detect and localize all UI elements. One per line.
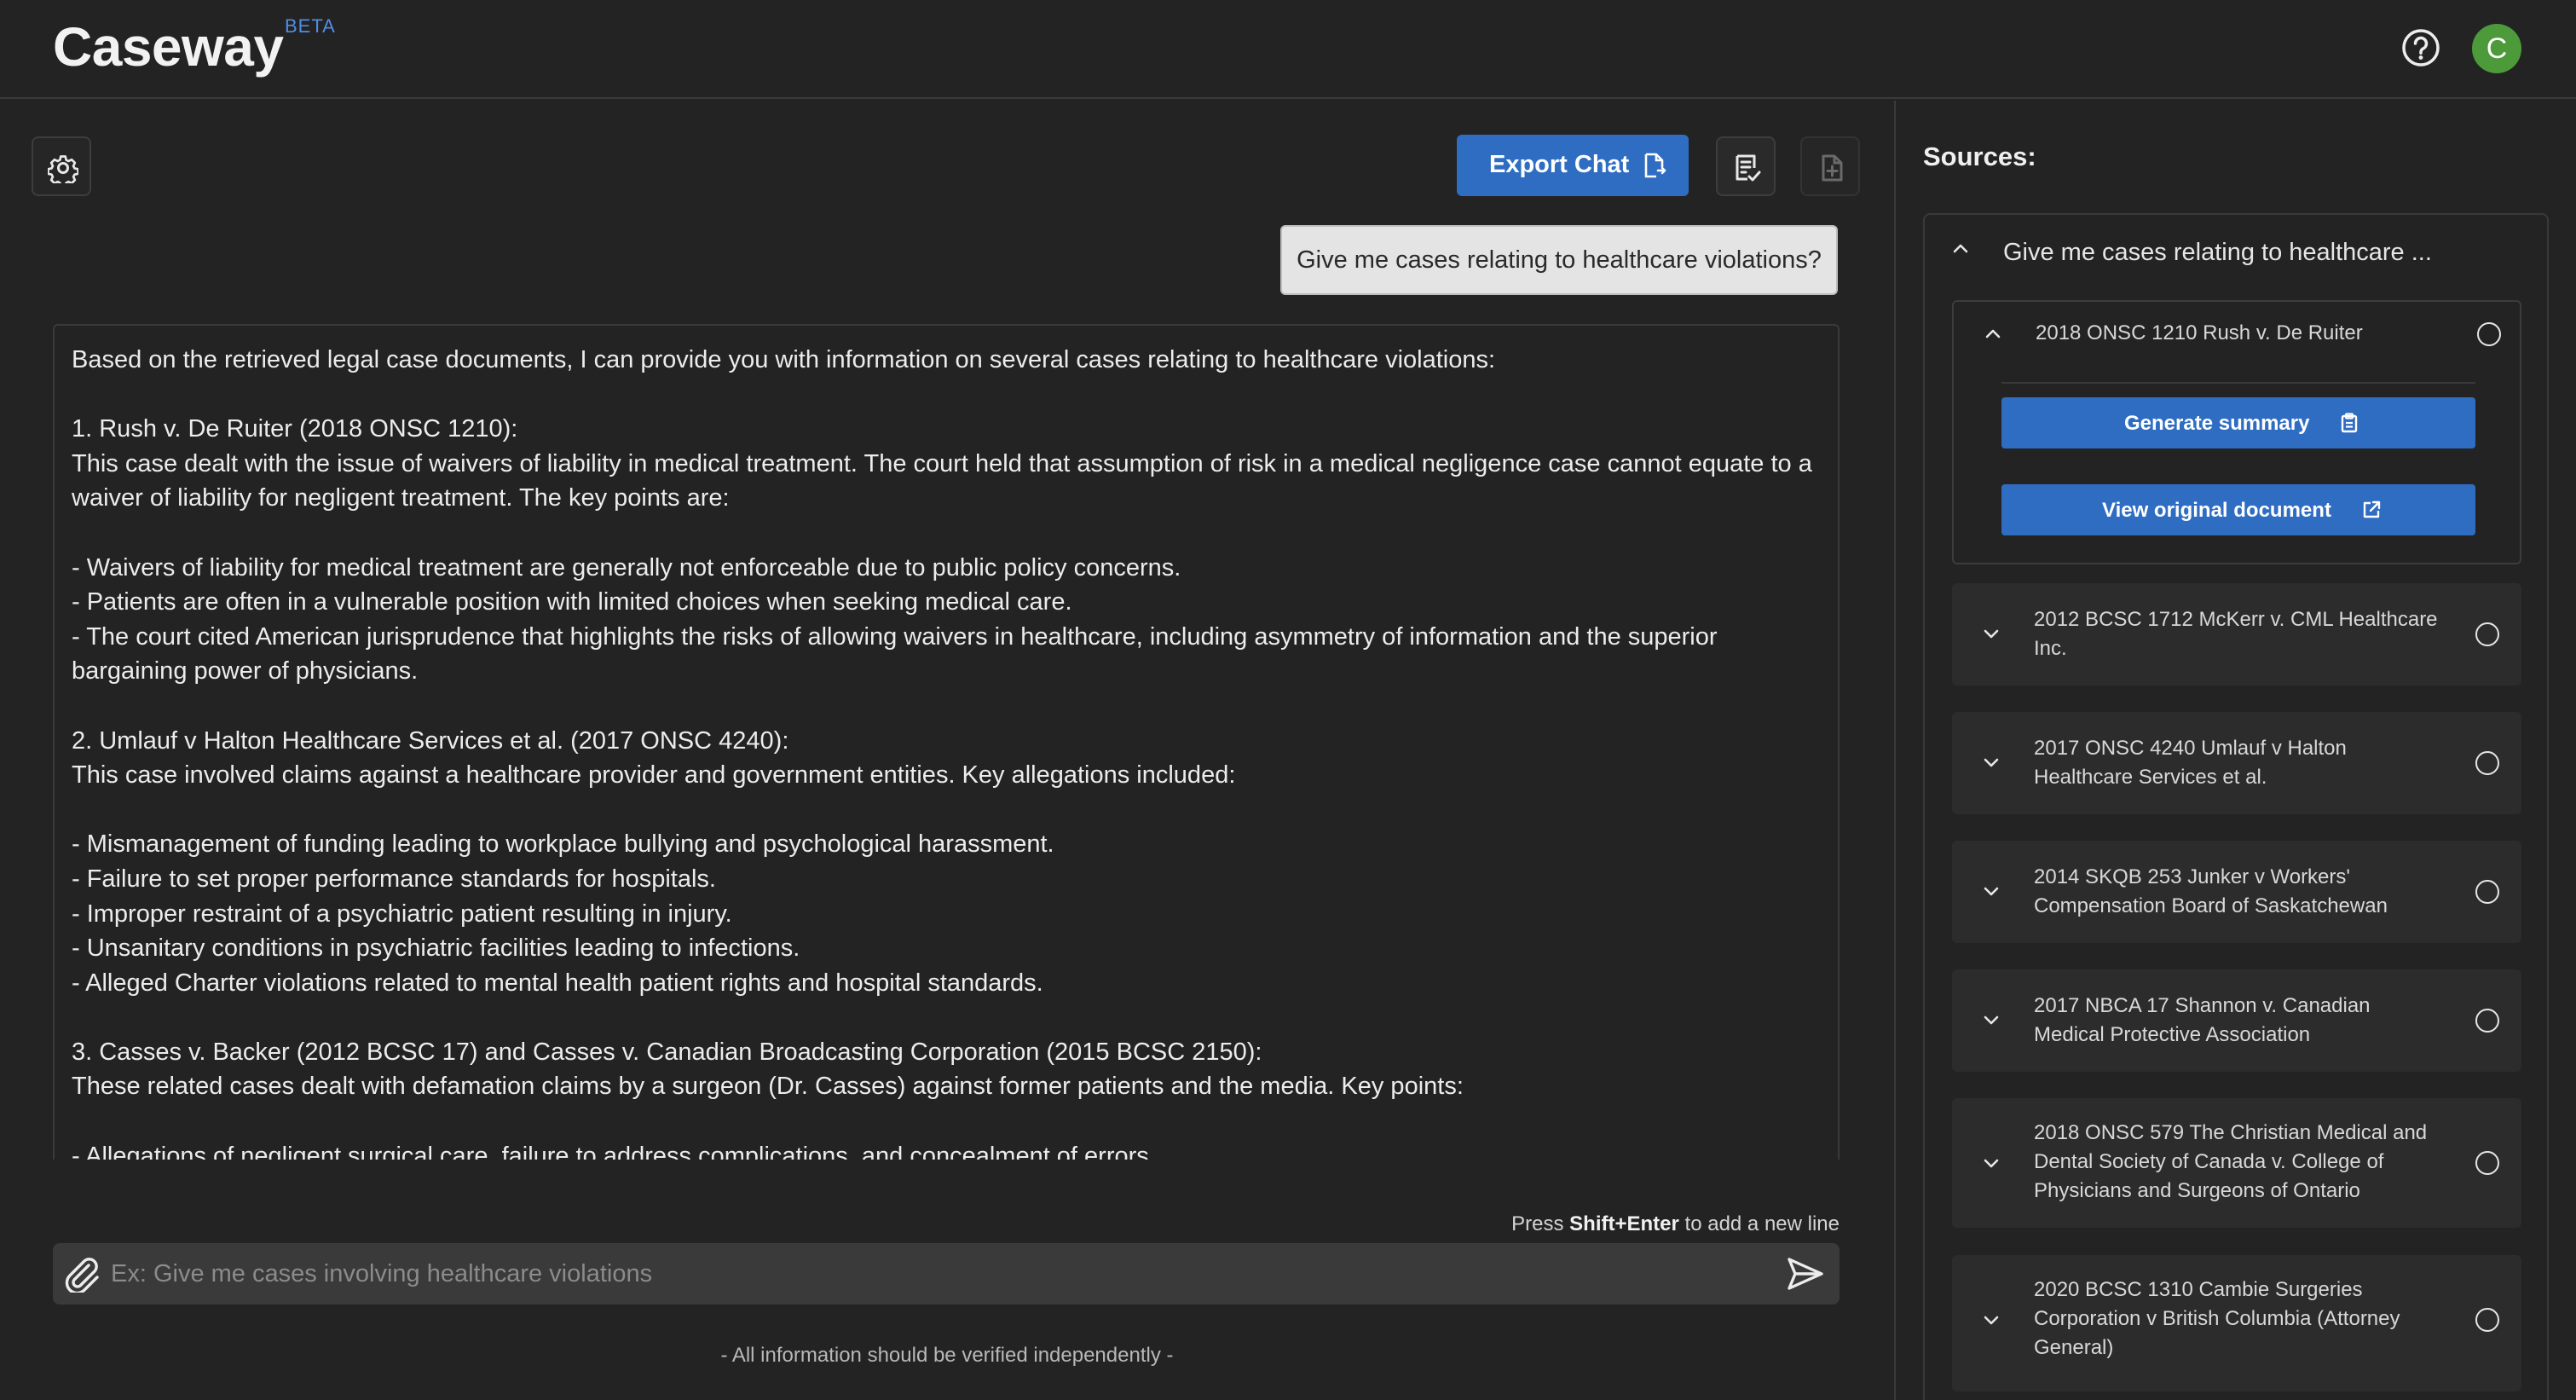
source-select-radio[interactable] — [2475, 1009, 2499, 1033]
message-composer — [53, 1243, 1840, 1305]
source-item-title: 2014 SKQB 253 Junker v Workers' Compensa… — [2034, 865, 2388, 917]
assistant-response: Based on the retrieved legal case docume… — [53, 324, 1840, 1160]
source-select-radio[interactable] — [2475, 880, 2499, 904]
export-chat-label: Export Chat — [1489, 151, 1630, 178]
source-item-title: 2012 BCSC 1712 McKerr v. CML Healthcare … — [2034, 608, 2438, 660]
user-avatar[interactable]: C — [2472, 24, 2521, 73]
clipboard-icon — [2341, 413, 2358, 433]
source-item-title: 2017 NBCA 17 Shannon v. Canadian Medical… — [2034, 994, 2371, 1046]
hint-key: Shift+Enter — [1569, 1212, 1679, 1235]
source-item[interactable]: 2012 BCSC 1712 McKerr v. CML Healthcare … — [1952, 583, 2521, 686]
assistant-response-text: Based on the retrieved legal case docume… — [72, 346, 1812, 1160]
chevron-up-icon — [1953, 244, 1968, 253]
source-select-radio[interactable] — [2475, 1151, 2499, 1175]
message-input[interactable] — [111, 1253, 1765, 1294]
hint-prefix: Press — [1511, 1212, 1564, 1235]
app-logo[interactable]: Caseway — [53, 15, 284, 78]
chat-panel: Export Chat Give me cases relating to he… — [0, 101, 1894, 1400]
source-item[interactable]: 2017 NBCA 17 Shannon v. Canadian Medical… — [1952, 969, 2521, 1072]
chevron-down-icon — [1984, 758, 1999, 767]
sources-title: Sources: — [1923, 142, 2036, 171]
source-item[interactable]: 2014 SKQB 253 Junker v Workers' Compensa… — [1952, 841, 2521, 943]
source-item-title: 2020 BCSC 1310 Cambie Surgeries Corporat… — [2034, 1278, 2400, 1359]
new-document-icon — [1822, 154, 1843, 182]
chevron-down-icon — [1984, 1159, 1999, 1168]
app-root: Caseway BETA C Export Chat Give me cases… — [0, 0, 2576, 1400]
source-item-title: 2018 ONSC 579 The Christian Medical and … — [2034, 1121, 2428, 1202]
paperclip-icon[interactable] — [63, 1257, 101, 1293]
top-bar: Caseway BETA C — [0, 0, 2576, 99]
settings-icon — [48, 155, 78, 183]
external-link-icon — [2363, 500, 2381, 518]
chevron-down-icon — [1984, 1316, 1999, 1325]
source-item-title: 2017 ONSC 4240 Umlauf v Halton Healthcar… — [2034, 737, 2347, 789]
source-select-radio[interactable] — [2477, 322, 2501, 346]
view-original-document-label: View original document — [2102, 499, 2331, 522]
chevron-up-icon[interactable] — [1984, 327, 2001, 339]
source-item[interactable]: 2018 ONSC 579 The Christian Medical and … — [1952, 1098, 2521, 1228]
chevron-down-icon — [1984, 1015, 1999, 1025]
settings-button[interactable] — [32, 136, 91, 196]
source-item[interactable]: 2017 ONSC 4240 Umlauf v Halton Healthcar… — [1952, 712, 2521, 814]
review-icon — [1736, 154, 1761, 182]
source-query-header[interactable]: Give me cases relating to healthcare ... — [1925, 215, 2547, 292]
chevron-down-icon — [1984, 629, 1999, 639]
source-item-title[interactable]: 2018 ONSC 1210 Rush v. De Ruiter — [2036, 319, 2445, 348]
source-query-text: Give me cases relating to healthcare ... — [2003, 239, 2432, 266]
divider — [2001, 382, 2475, 384]
source-select-radio[interactable] — [2475, 751, 2499, 775]
sources-panel: Sources: Give me cases relating to healt… — [1896, 101, 2576, 1400]
composer-hint: Press Shift+Enter to add a new line — [1511, 1212, 1840, 1236]
source-select-radio[interactable] — [2475, 1308, 2499, 1332]
send-icon[interactable] — [1787, 1257, 1824, 1291]
source-item[interactable]: 2020 BCSC 1310 Cambie Surgeries Corporat… — [1952, 1255, 2521, 1391]
user-message: Give me cases relating to healthcare vio… — [1280, 225, 1838, 295]
export-chat-button[interactable]: Export Chat — [1457, 135, 1689, 196]
source-select-radio[interactable] — [2475, 622, 2499, 646]
generate-summary-label: Generate summary — [2124, 412, 2310, 435]
beta-badge: BETA — [285, 15, 336, 37]
source-item: 2018 ONSC 1210 Rush v. De Ruiter Generat… — [1952, 300, 2521, 564]
export-icon — [1644, 153, 1666, 178]
source-query-group: Give me cases relating to healthcare ...… — [1923, 213, 2549, 1400]
view-original-document-button[interactable]: View original document — [2001, 484, 2475, 535]
verification-disclaimer: - All information should be verified ind… — [720, 1344, 1174, 1367]
generate-summary-button[interactable]: Generate summary — [2001, 397, 2475, 448]
help-icon[interactable] — [2400, 27, 2441, 68]
hint-suffix: to add a new line — [1684, 1212, 1840, 1235]
new-document-button[interactable] — [1800, 136, 1860, 196]
review-document-button[interactable] — [1716, 136, 1776, 196]
chevron-down-icon — [1984, 887, 1999, 896]
